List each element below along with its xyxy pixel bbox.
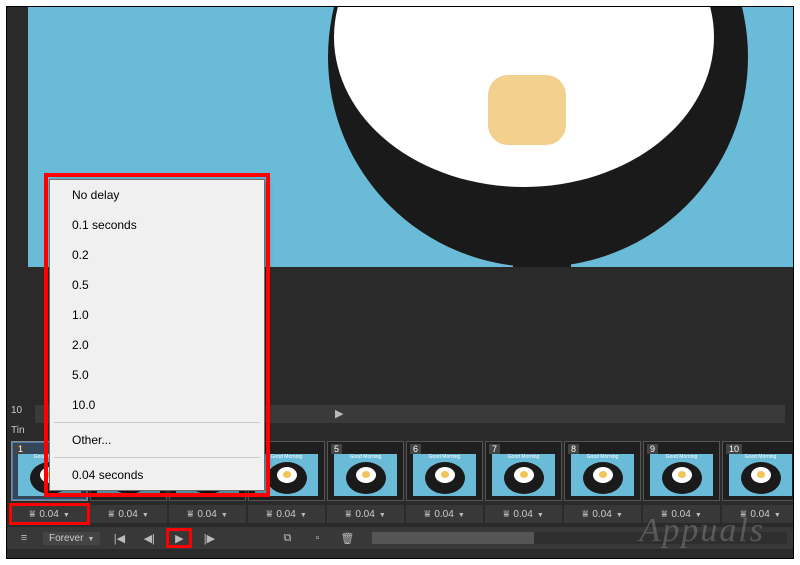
frame-delay-dropdown-5[interactable]: 0.04 — [327, 505, 404, 523]
delay-menu-popup: No delay 0.1 seconds 0.2 0.5 1.0 2.0 5.0… — [49, 179, 265, 491]
timeline-options-button[interactable]: ≡ — [13, 530, 35, 546]
chevron-down-icon — [221, 509, 228, 520]
frame-delay-dropdown-6[interactable]: 0.04 — [406, 505, 483, 523]
delay-value: 0.04 — [276, 509, 295, 520]
chevron-down-icon — [63, 509, 70, 520]
delete-frame-button[interactable]: 🗑 — [336, 530, 358, 546]
tween-button[interactable]: ⧉ — [276, 530, 298, 546]
frame-delay-dropdown-2[interactable]: 0.04 — [90, 505, 167, 523]
frame-icon — [345, 509, 351, 520]
frame-delay-dropdown-1[interactable]: 0.04 — [11, 505, 88, 523]
delay-option-1-0[interactable]: 1.0 — [50, 300, 264, 330]
frame-10[interactable]: 10 Good Morning — [722, 441, 794, 501]
panel-row-label: 10 — [7, 405, 35, 416]
delay-value: 0.04 — [592, 509, 611, 520]
chevron-down-icon — [537, 509, 544, 520]
frame-delay-dropdown-9[interactable]: 0.04 — [643, 505, 720, 523]
delay-value: 0.04 — [750, 509, 769, 520]
frame-icon — [740, 509, 746, 520]
frame-6[interactable]: 6 Good Morning — [406, 441, 483, 501]
chevron-down-icon — [695, 509, 702, 520]
frame-number: 6 — [410, 444, 421, 454]
frame-icon — [424, 509, 430, 520]
frame-number: 8 — [568, 444, 579, 454]
delay-value: 0.04 — [434, 509, 453, 520]
delay-option-0-1[interactable]: 0.1 seconds — [50, 210, 264, 240]
frame-9[interactable]: 9 Good Morning — [643, 441, 720, 501]
app-window: 10 Tin ▶ 1 Good Morning 2 Good Morning 3… — [6, 6, 794, 559]
frame-icon — [266, 509, 272, 520]
chevron-down-icon — [142, 509, 149, 520]
delay-value: 0.04 — [671, 509, 690, 520]
frame-thumbnail: Good Morning — [492, 454, 555, 496]
frame-thumbnail: Good Morning — [571, 454, 634, 496]
timeline-panel-label: Tin — [7, 425, 35, 436]
pan-handle — [513, 217, 571, 267]
frame-icon — [187, 509, 193, 520]
frame-thumbnail: Good Morning — [334, 454, 397, 496]
frame-delay-row: 0.04 0.04 0.04 0.04 0.04 0.04 — [7, 505, 793, 525]
chevron-down-icon — [379, 509, 386, 520]
frame-number: 5 — [331, 444, 342, 454]
delay-option-current[interactable]: 0.04 seconds — [50, 460, 264, 490]
frame-delay-dropdown-8[interactable]: 0.04 — [564, 505, 641, 523]
frame-icon — [108, 509, 114, 520]
frame-8[interactable]: 8 Good Morning — [564, 441, 641, 501]
first-frame-button[interactable]: |◀ — [108, 530, 130, 546]
delay-option-10-0[interactable]: 10.0 — [50, 390, 264, 420]
delay-option-other[interactable]: Other... — [50, 425, 264, 455]
frame-number: 7 — [489, 444, 500, 454]
chevron-down-icon — [616, 509, 623, 520]
loop-label: Forever — [49, 533, 83, 544]
delay-value: 0.04 — [513, 509, 532, 520]
delay-option-no-delay[interactable]: No delay — [50, 180, 264, 210]
timeline-control-bar: ≡ Forever |◀ ◀| ▶ |▶ ⧉ ▫ 🗑 — [7, 527, 793, 549]
delay-option-0-2[interactable]: 0.2 — [50, 240, 264, 270]
delay-value: 0.04 — [355, 509, 374, 520]
frame-thumbnail: Good Morning — [650, 454, 713, 496]
delay-option-0-5[interactable]: 0.5 — [50, 270, 264, 300]
loop-count-dropdown[interactable]: Forever — [43, 532, 100, 545]
previous-frame-button[interactable]: ◀| — [138, 530, 160, 546]
frame-icon — [661, 509, 667, 520]
frame-icon — [582, 509, 588, 520]
chevron-down-icon — [458, 509, 465, 520]
frame-icon — [503, 509, 509, 520]
timeline-scrollbar[interactable] — [372, 532, 787, 544]
frame-delay-dropdown-7[interactable]: 0.04 — [485, 505, 562, 523]
menu-separator — [54, 457, 260, 458]
frame-delay-dropdown-4[interactable]: 0.04 — [248, 505, 325, 523]
next-frame-button[interactable]: |▶ — [198, 530, 220, 546]
frame-number: 10 — [726, 444, 742, 454]
egg-yolk — [488, 75, 566, 145]
frame-thumbnail: Good Morning — [413, 454, 476, 496]
chevron-down-icon — [300, 509, 307, 520]
frame-delay-dropdown-3[interactable]: 0.04 — [169, 505, 246, 523]
chevron-down-icon — [774, 509, 781, 520]
frame-number: 1 — [15, 444, 26, 454]
delay-option-5-0[interactable]: 5.0 — [50, 360, 264, 390]
duplicate-frame-button[interactable]: ▫ — [306, 530, 328, 546]
frame-7[interactable]: 7 Good Morning — [485, 441, 562, 501]
frame-5[interactable]: 5 Good Morning — [327, 441, 404, 501]
frame-icon — [29, 509, 35, 520]
frame-thumbnail: Good Morning — [729, 454, 792, 496]
delay-option-2-0[interactable]: 2.0 — [50, 330, 264, 360]
delay-value: 0.04 — [118, 509, 137, 520]
chevron-down-icon — [87, 533, 94, 544]
menu-separator — [54, 422, 260, 423]
frame-number: 9 — [647, 444, 658, 454]
frame-delay-dropdown-10[interactable]: 0.04 — [722, 505, 794, 523]
play-icon[interactable]: ▶ — [335, 407, 343, 420]
play-button[interactable]: ▶ — [168, 530, 190, 546]
scrollbar-thumb[interactable] — [372, 532, 534, 544]
delay-value: 0.04 — [39, 509, 58, 520]
delay-value: 0.04 — [197, 509, 216, 520]
